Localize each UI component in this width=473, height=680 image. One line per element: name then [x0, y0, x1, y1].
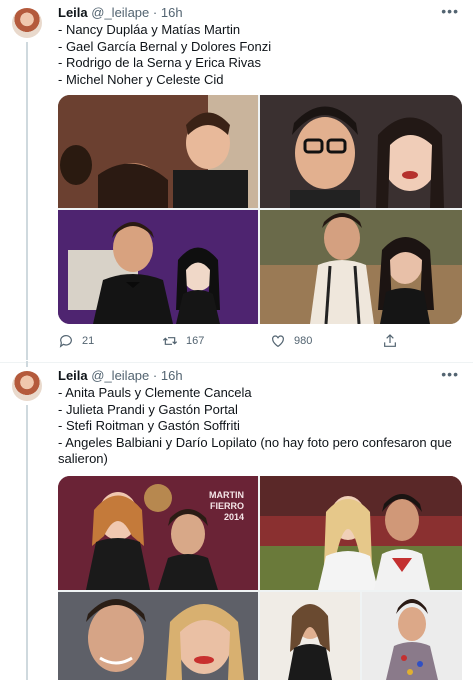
- photo-couple-8[interactable]: [260, 592, 360, 680]
- reply-icon: [59, 335, 72, 348]
- photo-couple-9[interactable]: [362, 592, 462, 680]
- photo-couple-7-image: [58, 592, 258, 680]
- photo-couple-4[interactable]: [260, 210, 462, 324]
- tweet-timestamp[interactable]: 16h: [161, 368, 183, 383]
- photo-couple-9-image: [362, 592, 462, 680]
- tweet-line: - Gael García Bernal y Dolores Fonzi: [58, 38, 272, 54]
- retweet-count: 167: [186, 335, 205, 347]
- more-options-button[interactable]: •••: [441, 366, 459, 382]
- photo-couple-8-image: [260, 592, 360, 680]
- user-handle[interactable]: @_leilape: [91, 368, 149, 383]
- tweet-text: - Anita Pauls y Clemente Cancela - Julie…: [58, 385, 458, 468]
- photo-couple-2[interactable]: [260, 95, 462, 208]
- retweet-button[interactable]: 167: [162, 333, 204, 349]
- thread-line: [26, 361, 28, 367]
- event-sign: MARTIN FIERRO 2014: [209, 490, 244, 522]
- tweet-line: - Michel Noher y Celeste Cid: [58, 71, 224, 87]
- tweet-timestamp[interactable]: 16h: [161, 5, 183, 20]
- photo-couple-7[interactable]: [58, 592, 258, 680]
- tweet-header: Leila @_leilape · 16h: [58, 5, 183, 20]
- tweet-line: - Angeles Balbiani y Darío Lopilato (no …: [58, 434, 452, 467]
- more-options-button[interactable]: •••: [441, 3, 459, 19]
- avatar[interactable]: [12, 8, 42, 38]
- reply-count: 21: [82, 335, 95, 347]
- share-icon: [384, 334, 396, 347]
- photo-couple-4-image: [260, 210, 462, 324]
- tweet[interactable]: Leila @_leilape · 16h ••• - Nancy Dupláa…: [0, 0, 473, 360]
- user-name[interactable]: Leila: [58, 368, 88, 383]
- tweet[interactable]: Leila @_leilape · 16h ••• - Anita Pauls …: [0, 361, 473, 680]
- tweet-text: - Nancy Dupláa y Matías Martin - Gael Ga…: [58, 22, 458, 88]
- photo-couple-6-image: [260, 476, 462, 590]
- like-button[interactable]: 980: [270, 333, 312, 349]
- thread-line: [26, 42, 28, 360]
- tweet-line: - Nancy Dupláa y Matías Martin: [58, 22, 241, 37]
- photo-couple-3[interactable]: [58, 210, 258, 324]
- photo-grid: MARTIN FIERRO 2014: [58, 476, 462, 680]
- share-button[interactable]: [382, 333, 398, 349]
- avatar[interactable]: [12, 371, 42, 401]
- user-name[interactable]: Leila: [58, 5, 88, 20]
- tweet-line: - Julieta Prandi y Gastón Portal: [58, 401, 238, 417]
- photo-couple-6[interactable]: [260, 476, 462, 590]
- photo-couple-5[interactable]: MARTIN FIERRO 2014: [58, 476, 258, 590]
- tweet-line: - Rodrigo de la Serna y Erica Rivas: [58, 55, 262, 70]
- photo-couple-2-image: [260, 95, 462, 208]
- reply-button[interactable]: 21: [58, 333, 94, 349]
- tweet-header: Leila @_leilape · 16h: [58, 368, 183, 383]
- photo-grid: [58, 95, 462, 324]
- photo-couple-1-image: [58, 95, 258, 208]
- user-handle[interactable]: @_leilape: [91, 5, 149, 20]
- retweet-icon: [162, 337, 178, 345]
- photo-couple-1[interactable]: [58, 95, 258, 208]
- more-horizontal-icon: •••: [441, 3, 459, 19]
- heart-icon: [272, 335, 284, 348]
- more-horizontal-icon: •••: [441, 366, 459, 382]
- tweet-line: - Anita Pauls y Clemente Cancela: [58, 385, 252, 400]
- photo-couple-3-image: [58, 210, 258, 324]
- tweet-actions: 21 167 980: [58, 333, 458, 353]
- thread-line: [26, 405, 28, 680]
- like-count: 980: [294, 335, 313, 347]
- tweet-line: - Stefi Roitman y Gastón Soffriti: [58, 418, 240, 433]
